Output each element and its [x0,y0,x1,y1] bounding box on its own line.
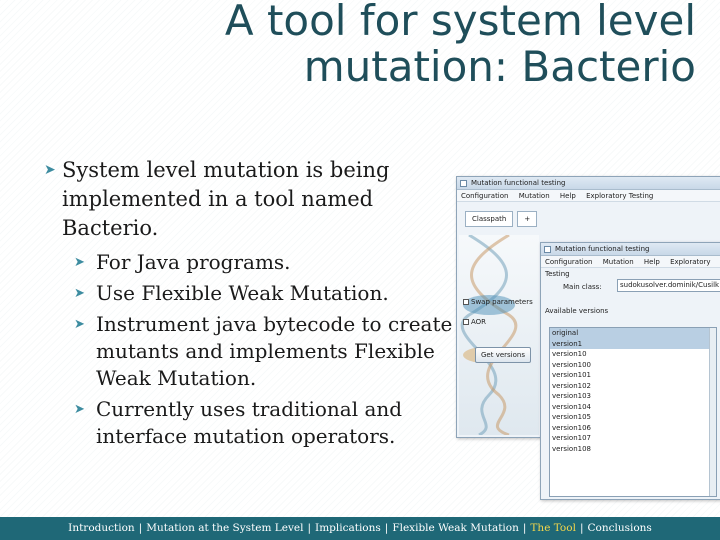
version-list-item[interactable]: version1 [550,338,716,349]
tab-add[interactable]: + [517,211,538,227]
version-list-item[interactable]: version105 [550,412,716,423]
main-class-field[interactable]: sudokusolver.dominik/Cusilk [617,279,720,292]
menu-help[interactable]: Help [644,258,660,266]
checkbox-icon[interactable] [463,319,469,325]
window-title: Mutation functional testing [555,245,650,253]
sub-bullet-text: Use Flexible Weak Mutation. [96,281,389,305]
bullet-arrow-icon: ➤ [74,255,85,270]
menu-mutation[interactable]: Mutation [519,192,550,200]
tab-row: Classpath + [465,211,538,229]
window-titlebar: Mutation functional testing [457,177,720,190]
menu-configuration[interactable]: Configuration [545,258,592,266]
footer-nav-link[interactable]: Implications [315,522,381,534]
sub-bullet-text: Instrument java bytecode to create mutan… [96,312,453,390]
option-label: AOR [471,318,487,326]
footer-nav-link[interactable]: Conclusions [587,522,651,534]
versions-list[interactable]: original version1 version10 version100 versi… [549,327,717,497]
sub-bullet: ➤ Use Flexible Weak Mutation. [74,280,464,307]
sub-bullet-text: For Java programs. [96,250,291,274]
footer-separator: | [138,522,143,534]
option-aor[interactable]: AOR [461,315,539,329]
tab-classpath[interactable]: Classpath [465,211,514,227]
main-class-label: Main class: [563,283,602,291]
option-label: Swap parameters [471,298,533,306]
window-titlebar: Mutation functional testing [541,243,720,256]
version-list-item[interactable]: version101 [550,370,716,381]
app-icon [544,246,551,253]
main-bullet-text: System level mutation is being implement… [62,158,390,240]
list-scrollbar[interactable] [709,328,716,496]
version-list-item[interactable]: version102 [550,381,716,392]
get-versions-button[interactable]: Get versions [475,347,531,363]
version-list-item[interactable]: version108 [550,444,716,455]
dna-helix-icon [460,233,518,437]
menu-bar: Configuration Mutation Help Exploratory … [541,256,720,278]
checkbox-icon[interactable] [463,299,469,305]
dna-graphic [459,233,539,437]
footer-separator: | [384,522,389,534]
footer-separator: | [579,522,584,534]
sub-bullet-list: ➤ For Java programs. ➤ Use Flexible Weak M… [74,249,464,450]
footer-separator: | [307,522,312,534]
menu-help[interactable]: Help [560,192,576,200]
sub-bullet: ➤ Instrument java bytecode to create muta… [74,311,464,392]
bullet-arrow-icon: ➤ [74,402,85,417]
main-bullet: ➤ System level mutation is being impleme… [44,156,464,243]
bullet-arrow-icon: ➤ [44,162,56,178]
version-list-item[interactable]: version103 [550,391,716,402]
options-panel: Swap parameters AOR [461,295,539,335]
version-list-item[interactable]: version106 [550,423,716,434]
menu-mutation[interactable]: Mutation [603,258,634,266]
footer-nav-link[interactable]: Flexible Weak Mutation [392,522,519,534]
sub-bullet-text: Currently uses traditional and interface… [96,397,403,448]
footer-nav-link[interactable]: Mutation at the System Level [146,522,303,534]
app-icon [460,180,467,187]
footer-nav-link[interactable]: The Tool [530,522,576,534]
bullet-arrow-icon: ➤ [74,286,85,301]
versions-header: Available versions [545,307,609,315]
option-swap-parameters[interactable]: Swap parameters [461,295,539,309]
slide-title: A tool for system level mutation: Bacter… [224,0,696,91]
version-list-item[interactable]: version107 [550,433,716,444]
version-list-item[interactable]: version10 [550,349,716,360]
window-title: Mutation functional testing [471,179,566,187]
footer-separator: | [522,522,527,534]
footer-nav-bar: Introduction | Mutation at the System Leve… [0,517,720,540]
version-list-item[interactable]: original [550,328,716,339]
sub-bullet: ➤ Currently uses traditional and interfa… [74,396,464,450]
sub-bullet: ➤ For Java programs. [74,249,464,276]
screenshot-window-front: Mutation functional testing Configuratio… [540,242,720,500]
version-list-item[interactable]: version100 [550,360,716,371]
menu-bar: Configuration Mutation Help Exploratory … [457,190,720,202]
bullet-arrow-icon: ➤ [74,317,85,332]
menu-configuration[interactable]: Configuration [461,192,508,200]
menu-exploratory-testing[interactable]: Exploratory Testing [586,192,653,200]
bullet-list: ➤ System level mutation is being impleme… [44,156,464,454]
version-list-item[interactable]: version104 [550,402,716,413]
footer-nav-link[interactable]: Introduction [68,522,135,534]
